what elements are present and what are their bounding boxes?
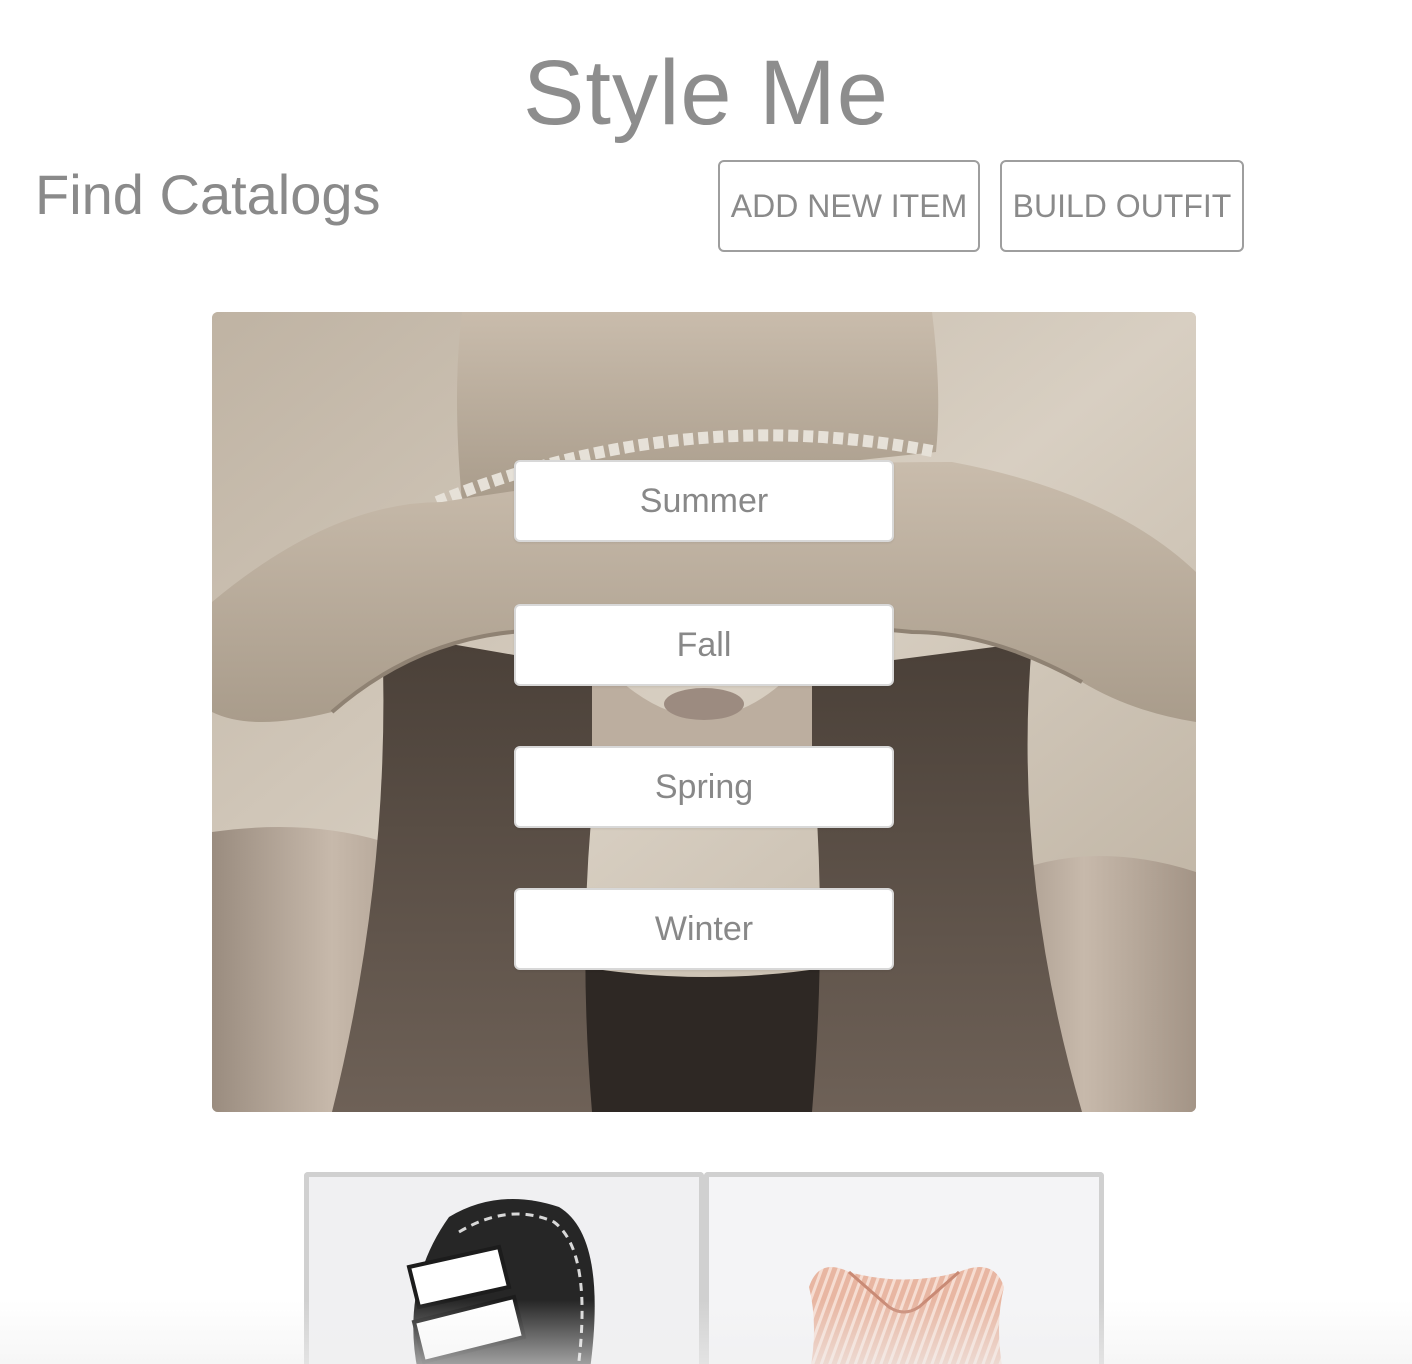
- season-button-fall[interactable]: Fall: [514, 604, 894, 686]
- page: Style Me Find Catalogs ADD NEW ITEM BUIL…: [0, 0, 1412, 1364]
- section-heading: Find Catalogs: [35, 163, 381, 226]
- catalog-card-sandal[interactable]: [304, 1172, 704, 1364]
- hero-photo-illustration: [212, 312, 1196, 1112]
- season-button-summer[interactable]: Summer: [514, 460, 894, 542]
- sandal-image: [309, 1177, 699, 1364]
- season-button-spring[interactable]: Spring: [514, 746, 894, 828]
- build-outfit-button[interactable]: BUILD OUTFIT: [1000, 160, 1244, 252]
- site-title: Style Me: [523, 42, 889, 144]
- season-button-winter[interactable]: Winter: [514, 888, 894, 970]
- add-new-item-button[interactable]: ADD NEW ITEM: [718, 160, 980, 252]
- hero-image: Summer Fall Spring Winter: [212, 312, 1196, 1112]
- catalog-card-top[interactable]: [704, 1172, 1104, 1364]
- striped-top-image: [709, 1177, 1099, 1364]
